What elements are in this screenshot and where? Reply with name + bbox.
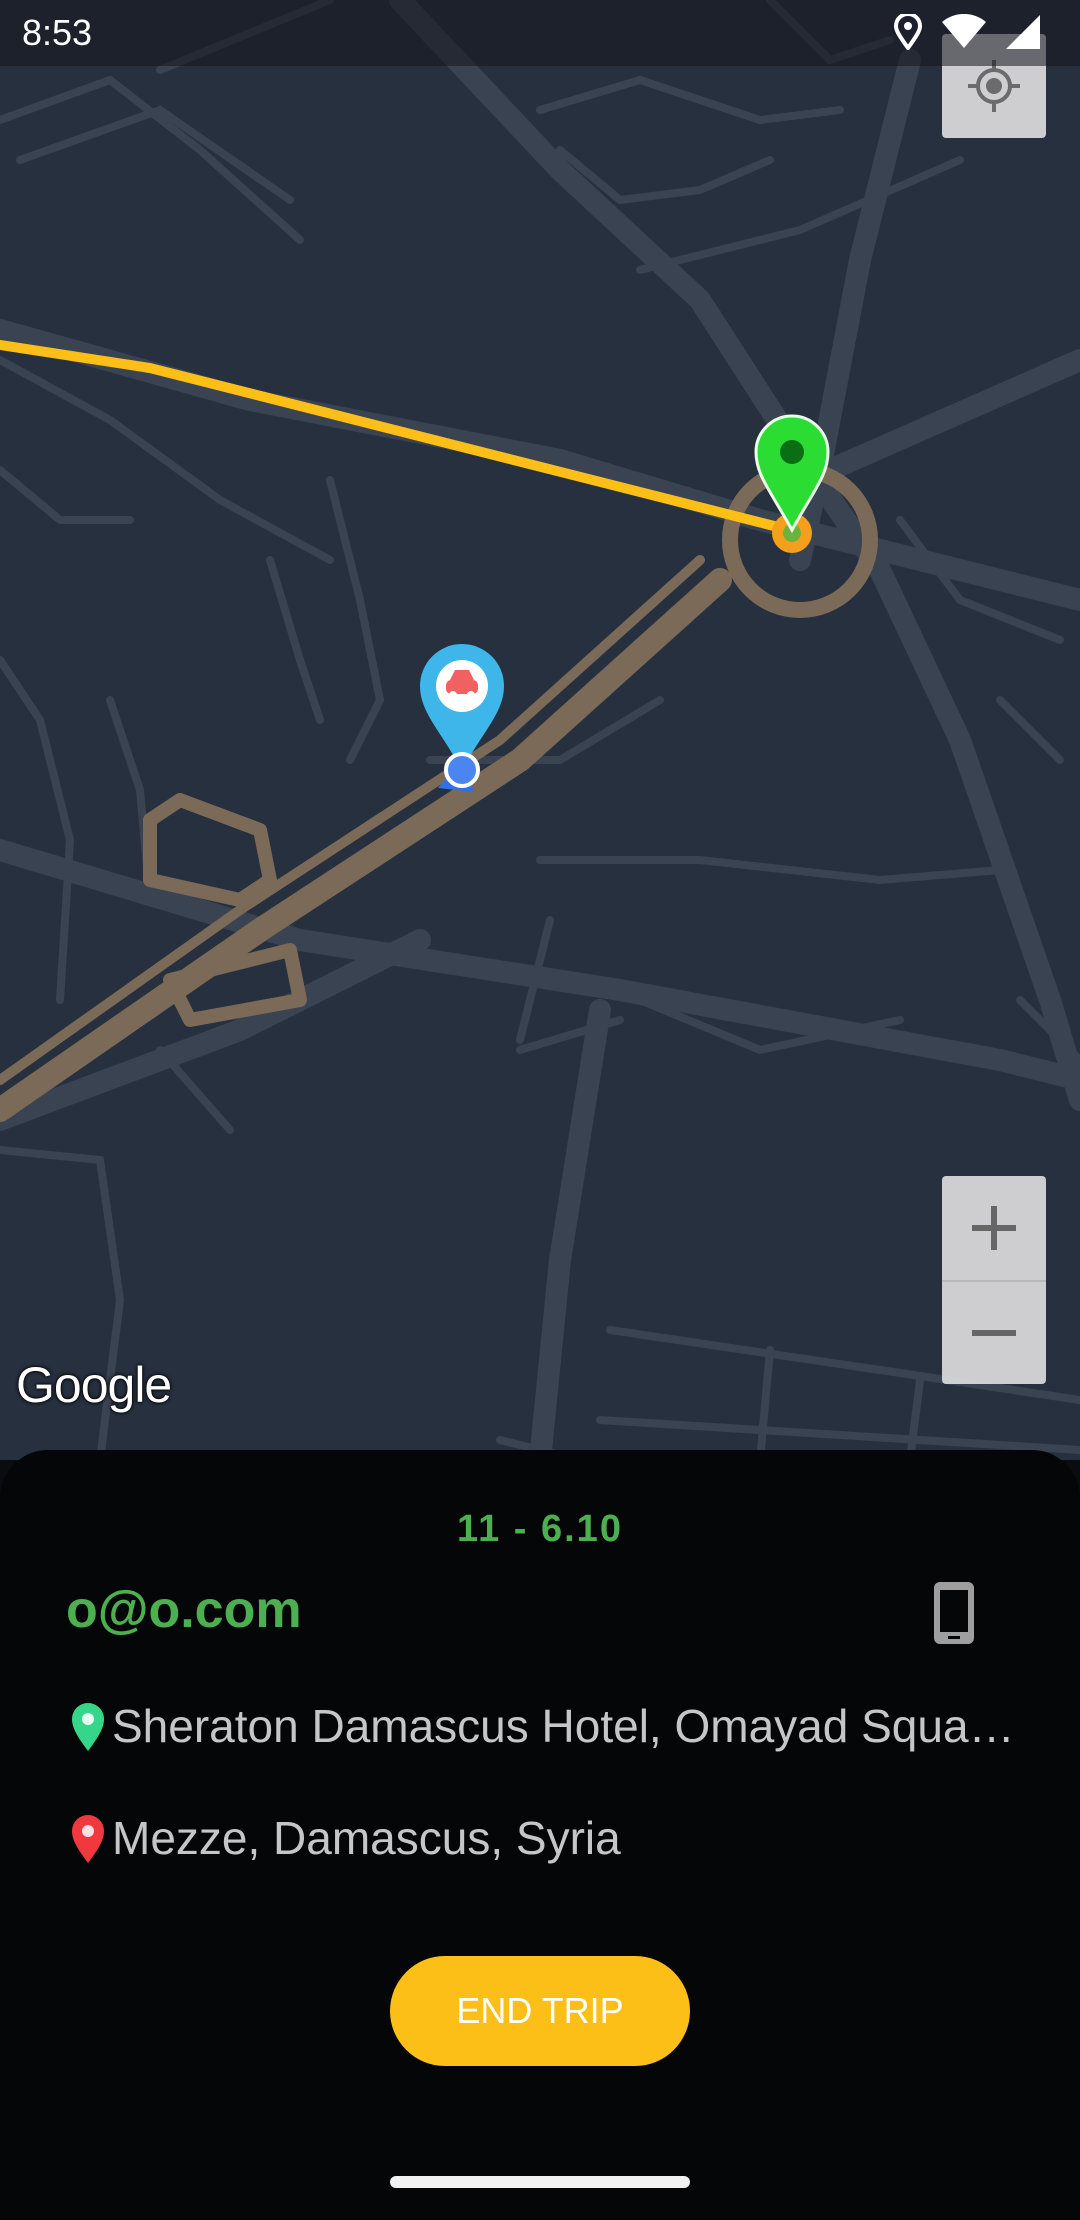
wifi-icon [942,14,986,48]
plus-icon [972,1206,1016,1250]
fare-amount: 11 - 6.10 [457,1508,623,1550]
passenger-email: o@o.com [66,1581,302,1639]
call-passenger-button[interactable] [926,1578,982,1648]
location-icon [894,14,922,50]
signal-icon [1006,15,1040,49]
map-view[interactable]: Google [0,0,1080,1460]
phone-icon [934,1582,974,1644]
google-attribution: Google [16,1357,172,1413]
pickup-pin-icon [72,1703,104,1751]
gesture-nav-bar[interactable] [390,2176,690,2188]
trip-details-sheet: 11 - 6.10 o@o.com Sheraton Damascus Hote… [0,1450,1080,2220]
end-trip-button[interactable]: END TRIP [390,1956,690,2066]
status-icons [894,14,1040,50]
zoom-controls [942,1176,1046,1384]
dropoff-pin-icon [72,1815,104,1863]
crosshair-icon [968,60,1020,112]
status-bar: 8:53 [0,0,1080,66]
zoom-out-button[interactable] [942,1280,1046,1384]
pickup-address-row: Sheraton Damascus Hotel, Omayad Square, … [66,1694,1022,1758]
status-time: 8:53 [22,12,93,53]
dropoff-address: Mezze, Damascus, Syria [112,1812,621,1864]
dropoff-address-row: Mezze, Damascus, Syria [66,1806,1022,1870]
minus-icon [972,1330,1016,1336]
map-canvas[interactable] [0,0,1080,1460]
pickup-address: Sheraton Damascus Hotel, Omayad Square, … [112,1700,1022,1752]
zoom-in-button[interactable] [942,1176,1046,1280]
